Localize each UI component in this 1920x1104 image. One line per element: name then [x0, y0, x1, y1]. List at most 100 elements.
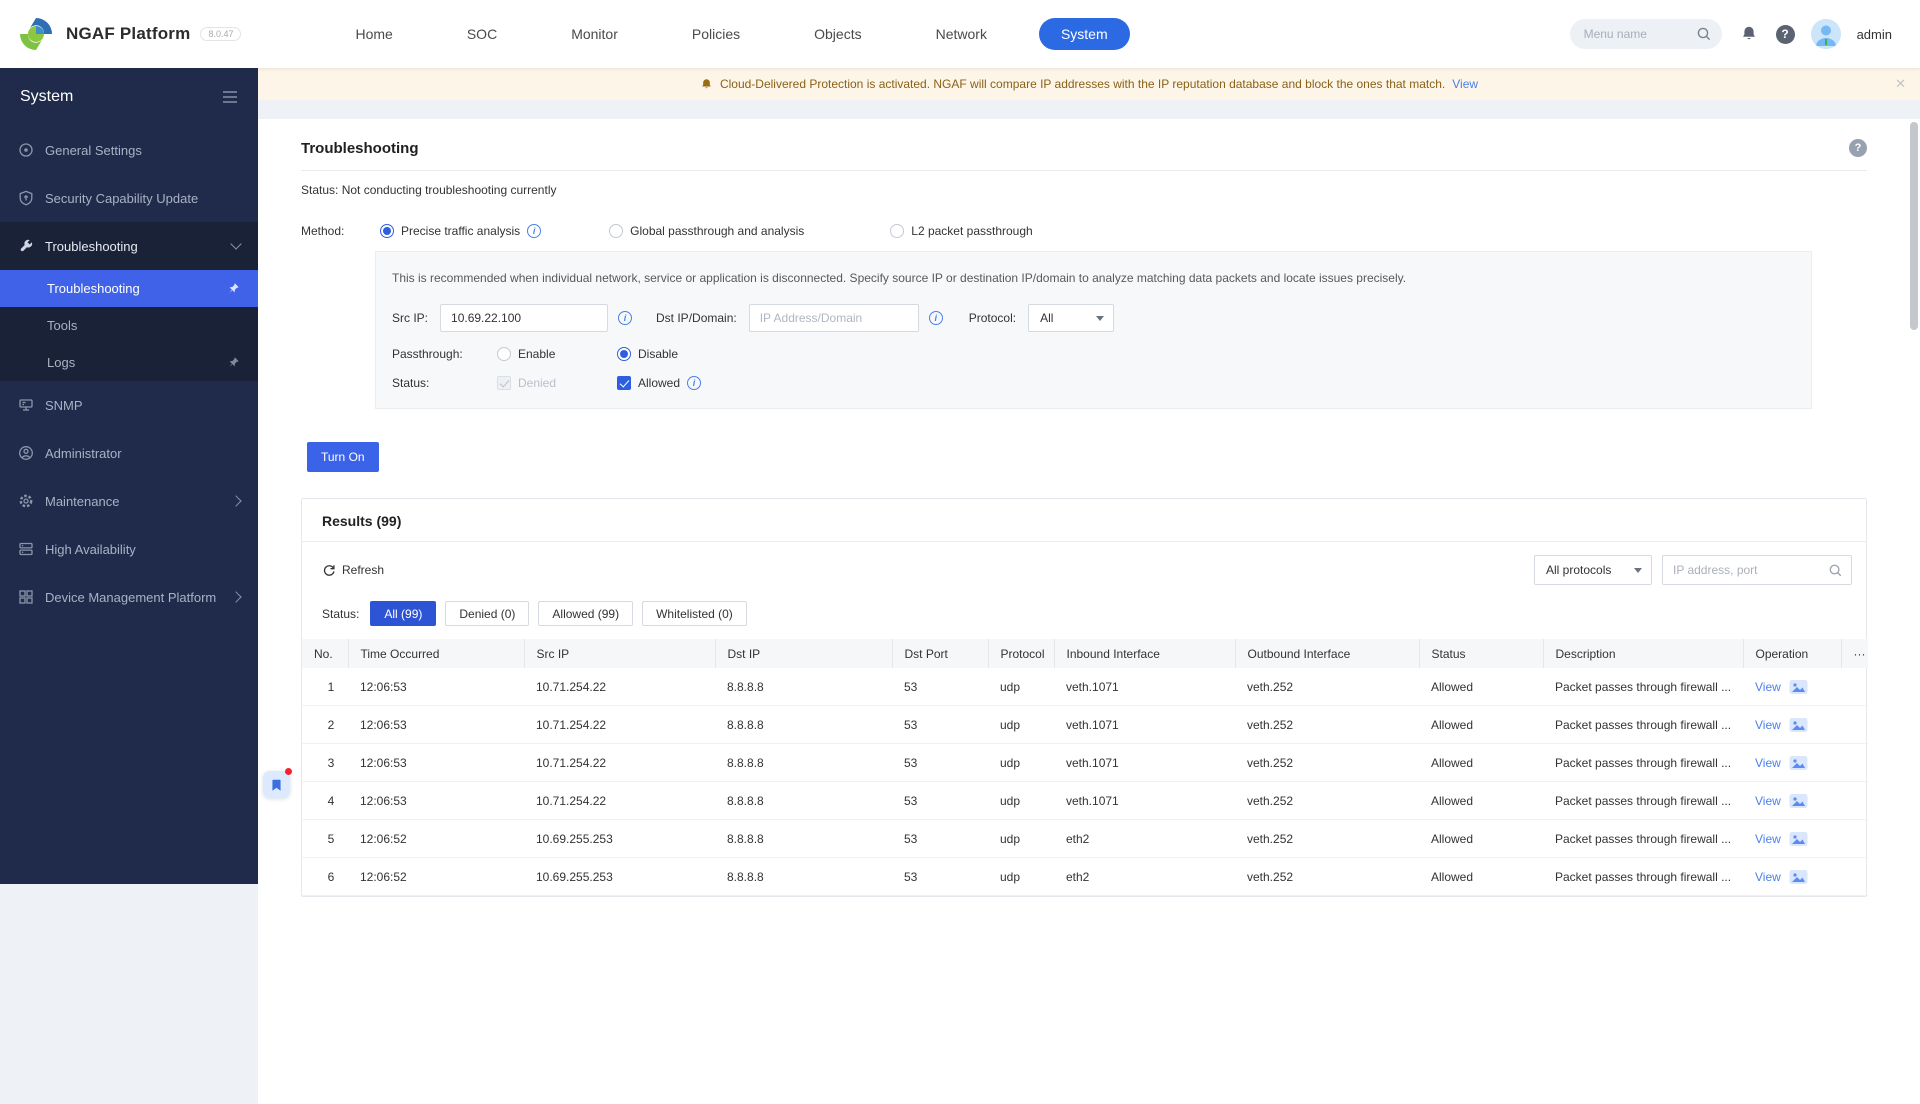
column-settings-icon[interactable]: ··· — [1840, 639, 1868, 668]
packet-image-icon[interactable] — [1789, 717, 1808, 733]
dst-ip-input[interactable] — [748, 304, 919, 332]
status-allowed-option[interactable]: Allowed i — [617, 376, 702, 390]
sidebar-subitem-tools[interactable]: Tools — [0, 307, 258, 344]
method-option-l2-passthrough[interactable]: L2 packet passthrough — [890, 224, 1033, 238]
sidebar-item-device-management-platform[interactable]: Device Management Platform — [0, 573, 258, 621]
table-row[interactable]: 3 12:06:53 10.71.254.22 8.8.8.8 53 udp v… — [302, 743, 1868, 782]
username[interactable]: admin — [1857, 27, 1892, 42]
table-row[interactable]: 2 12:06:53 10.71.254.22 8.8.8.8 53 udp v… — [302, 705, 1868, 744]
pin-icon[interactable] — [227, 356, 240, 369]
packet-image-icon[interactable] — [1789, 755, 1808, 771]
cell-protocol: udp — [988, 668, 1054, 706]
avatar[interactable] — [1810, 19, 1841, 49]
search-icon[interactable] — [1828, 563, 1843, 578]
method-option-precise[interactable]: Precise traffic analysis i — [380, 224, 542, 238]
results-search-input[interactable] — [1673, 563, 1822, 577]
table-row[interactable]: 1 12:06:53 10.71.254.22 8.8.8.8 53 udp v… — [302, 668, 1868, 706]
sidebar-subitem-logs[interactable]: Logs — [0, 344, 258, 381]
status-filter-button[interactable]: Whitelisted (0) — [642, 601, 747, 626]
col-operation[interactable]: Operation — [1742, 639, 1841, 668]
col-dst-ip[interactable]: Dst IP — [714, 639, 892, 668]
cell-protocol: udp — [988, 743, 1054, 782]
col-src-ip[interactable]: Src IP — [523, 639, 715, 668]
passthrough-disable-option[interactable]: Disable — [617, 347, 678, 361]
nav-item[interactable]: Monitor — [549, 18, 640, 50]
help-icon[interactable]: ? — [1775, 24, 1795, 44]
view-link[interactable]: View — [1755, 832, 1781, 846]
protocol-select[interactable]: All — [1028, 304, 1115, 332]
info-icon[interactable]: i — [527, 224, 542, 238]
sidebar-item-high-availability[interactable]: High Availability — [0, 525, 258, 573]
table-row[interactable]: 5 12:06:52 10.69.255.253 8.8.8.8 53 udp … — [302, 819, 1868, 858]
sidebar-collapse-icon[interactable] — [222, 90, 238, 104]
search-icon[interactable] — [1696, 26, 1712, 42]
floating-bookmark-button[interactable] — [263, 768, 292, 798]
sidebar-item-maintenance[interactable]: Maintenance — [0, 477, 258, 525]
radio-checked[interactable] — [617, 347, 631, 361]
nav-item[interactable]: Home — [333, 18, 414, 50]
info-icon[interactable]: i — [618, 311, 633, 325]
col-dst-port[interactable]: Dst Port — [891, 639, 988, 668]
turn-on-button[interactable]: Turn On — [307, 442, 379, 472]
src-ip-input[interactable] — [440, 304, 609, 332]
page-help-icon[interactable]: ? — [1849, 139, 1867, 157]
refresh-button[interactable]: Refresh — [322, 563, 384, 577]
status-denied-option: Denied — [497, 376, 617, 390]
radio-checked[interactable] — [380, 224, 394, 238]
sidebar-item-administrator[interactable]: Administrator — [0, 429, 258, 477]
method-option-global-passthrough[interactable]: Global passthrough and analysis — [609, 224, 804, 238]
protocol-filter-select[interactable]: All protocols — [1534, 555, 1652, 585]
info-icon[interactable]: i — [687, 376, 702, 390]
info-icon[interactable]: i — [928, 311, 943, 325]
vertical-scrollbar[interactable] — [1910, 122, 1918, 330]
status-filter-button[interactable]: Denied (0) — [445, 601, 530, 626]
notifications-bell-icon[interactable] — [1738, 23, 1760, 45]
col-time-occurred[interactable]: Time Occurred — [347, 639, 524, 668]
pin-icon[interactable] — [227, 282, 240, 295]
passthrough-enable-option[interactable]: Enable — [497, 347, 617, 361]
status-filter-button[interactable]: All (99) — [370, 601, 437, 626]
menu-search[interactable] — [1569, 19, 1722, 49]
col-inbound-interface[interactable]: Inbound Interface — [1053, 639, 1235, 668]
packet-image-icon[interactable] — [1789, 869, 1808, 885]
col-outbound-interface[interactable]: Outbound Interface — [1234, 639, 1419, 668]
troubleshooting-status-line: Status: Not conducting troubleshooting c… — [301, 183, 557, 197]
cell-time: 12:06:52 — [348, 857, 524, 896]
nav-item[interactable]: Network — [914, 18, 1009, 50]
sidebar-subitem-troubleshooting[interactable]: Troubleshooting — [0, 270, 258, 307]
col-description[interactable]: Description — [1542, 639, 1743, 668]
sidebar-item-snmp[interactable]: SNMP — [0, 381, 258, 429]
view-link[interactable]: View — [1755, 870, 1781, 884]
cell-inbound: eth2 — [1054, 857, 1235, 896]
view-link[interactable]: View — [1755, 756, 1781, 770]
radio-unchecked[interactable] — [609, 224, 624, 238]
cell-operation: View — [1743, 819, 1841, 858]
view-link[interactable]: View — [1755, 794, 1781, 808]
nav-item[interactable]: Objects — [792, 18, 883, 50]
banner-view-link[interactable]: View — [1452, 77, 1478, 91]
sidebar-item-general-settings[interactable]: General Settings — [0, 126, 258, 174]
nav-item[interactable]: System — [1038, 18, 1130, 50]
results-search[interactable] — [1662, 555, 1852, 585]
col-no[interactable]: No. — [302, 639, 348, 668]
packet-image-icon[interactable] — [1789, 679, 1808, 695]
radio-unchecked[interactable] — [497, 347, 511, 361]
sidebar-item-troubleshooting[interactable]: Troubleshooting — [0, 222, 258, 270]
packet-image-icon[interactable] — [1789, 793, 1808, 809]
view-link[interactable]: View — [1755, 718, 1781, 732]
view-link[interactable]: View — [1755, 680, 1781, 694]
nav-item[interactable]: Policies — [670, 18, 762, 50]
banner-close-icon[interactable]: ✕ — [1895, 76, 1906, 92]
nav-item[interactable]: SOC — [445, 18, 519, 50]
table-row[interactable]: 4 12:06:53 10.71.254.22 8.8.8.8 53 udp v… — [302, 781, 1868, 820]
radio-unchecked[interactable] — [890, 224, 905, 238]
menu-search-input[interactable] — [1583, 27, 1688, 41]
col-status[interactable]: Status — [1418, 639, 1543, 668]
table-row[interactable]: 6 12:06:52 10.69.255.253 8.8.8.8 53 udp … — [302, 857, 1868, 896]
checkbox-checked[interactable] — [617, 376, 631, 390]
packet-image-icon[interactable] — [1789, 831, 1808, 847]
sidebar-item-security-capability-update[interactable]: Security Capability Update — [0, 174, 258, 222]
status-filter-row: Status: All (99) Denied (0) Allowed (99)… — [302, 594, 1866, 639]
status-filter-button[interactable]: Allowed (99) — [538, 601, 634, 626]
col-protocol[interactable]: Protocol — [987, 639, 1054, 668]
